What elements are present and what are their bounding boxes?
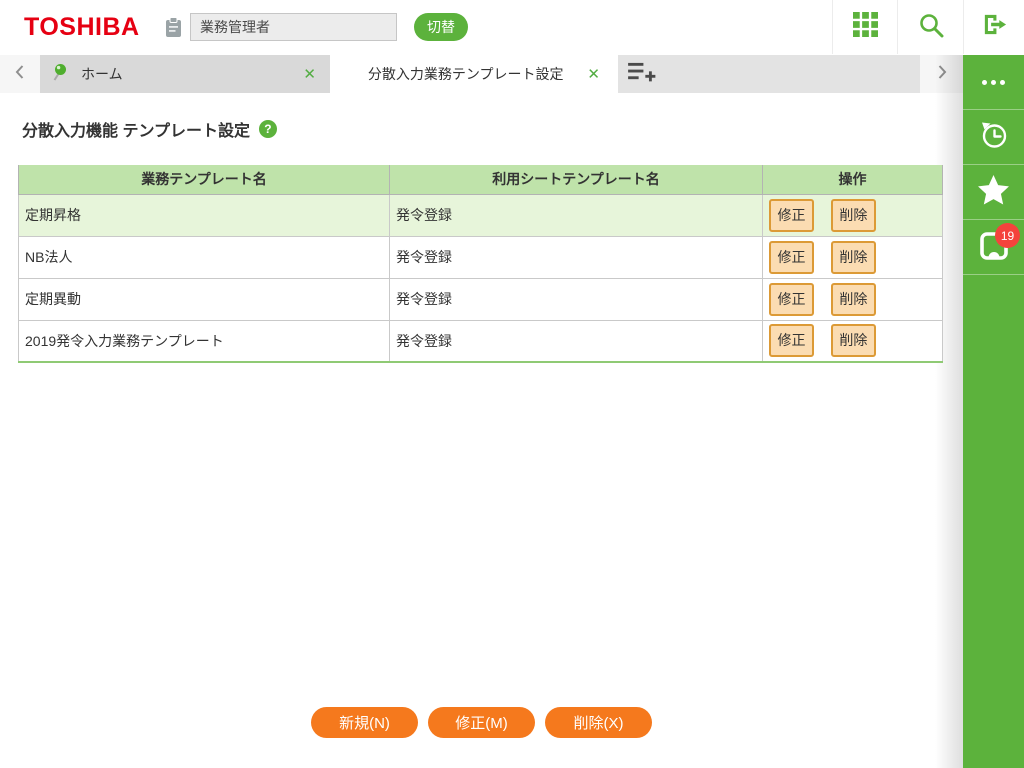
row-delete-button[interactable]: 削除 [830,282,876,316]
pin-icon [52,63,67,85]
footer-button-new[interactable]: 新規(N) [311,707,418,738]
row-edit-button[interactable]: 修正 [769,240,814,274]
row-delete-button[interactable]: 削除 [830,198,876,232]
cell-actions: 修正 削除 [762,277,943,321]
table-row[interactable]: 定期昇格 発令登録 修正 削除 [18,193,943,237]
star-icon [977,174,1010,211]
tab-home[interactable]: ホーム ✕ [40,55,330,93]
tab-template-settings-label: 分散入力業務テンプレート設定 [367,66,564,82]
row-edit-button[interactable]: 修正 [769,198,814,232]
cell-actions: 修正 削除 [762,193,943,237]
app-grid-icon [852,12,878,42]
tab-template-settings[interactable]: 分散入力業務テンプレート設定 ✕ [330,55,618,93]
chevron-right-icon [935,62,949,87]
table-header-row: 業務テンプレート名 利用シートテンプレート名 操作 [18,165,943,195]
table-row[interactable]: 2019発令入力業務テンプレート 発令登録 修正 削除 [18,319,943,363]
search-icon [918,12,944,43]
cell-sheet-template-name: 発令登録 [389,235,763,279]
title-row: 分散入力機能 テンプレート設定 ? [22,117,277,141]
content-edge-shadow [935,55,963,768]
sidebar-favorites-button[interactable] [963,165,1024,220]
tab-template-settings-close-icon[interactable]: ✕ [585,65,602,83]
history-icon [978,119,1010,156]
clipboard-icon [165,17,182,43]
table-row[interactable]: NB法人 発令登録 修正 削除 [18,235,943,279]
role-input[interactable] [190,13,397,41]
page-title: 分散入力機能 テンプレート設定 [22,123,250,140]
cell-template-name: 定期昇格 [18,193,390,237]
cell-actions: 修正 削除 [762,319,943,363]
add-tab-icon [627,61,656,88]
cell-sheet-template-name: 発令登録 [389,319,763,363]
menu-dots-icon [982,79,1005,85]
tab-bar: ホーム ✕ 分散入力業務テンプレート設定 ✕ [0,55,963,93]
tab-home-close-icon[interactable]: ✕ [301,65,318,83]
search-button[interactable] [897,0,963,54]
cell-sheet-template-name: 発令登録 [389,193,763,237]
tab-scroll-right-button[interactable] [920,55,963,93]
sidebar-menu-button[interactable] [963,55,1024,110]
cell-template-name: NB法人 [18,235,390,279]
cell-actions: 修正 削除 [762,235,943,279]
column-header-template-name: 業務テンプレート名 [18,165,390,195]
tab-strip-filler [618,55,920,93]
chevron-left-icon [13,62,27,87]
switch-role-button[interactable]: 切替 [414,13,468,41]
app-grid-button[interactable] [832,0,897,54]
row-edit-button[interactable]: 修正 [769,324,814,358]
sidebar-history-button[interactable] [963,110,1024,165]
tab-home-label: ホーム [81,66,123,82]
logout-button[interactable] [963,0,1024,54]
table-row[interactable]: 定期異動 発令登録 修正 削除 [18,277,943,321]
footer-actions: 新規(N) 修正(M) 削除(X) [0,707,963,738]
notification-badge: 19 [995,223,1020,248]
cell-template-name: 定期異動 [18,277,390,321]
column-header-actions: 操作 [762,165,943,195]
app-header: TOSHIBA 切替 [0,0,1024,55]
tab-scroll-left-button[interactable] [0,55,40,93]
right-sidebar: 19 [963,55,1024,768]
row-delete-button[interactable]: 削除 [830,324,876,358]
templates-table: 業務テンプレート名 利用シートテンプレート名 操作 定期昇格 発令登録 修正 削… [18,165,943,363]
app-window: TOSHIBA 切替 [0,0,1024,768]
sidebar-notifications-button[interactable]: 19 [963,220,1024,275]
add-tab-button[interactable] [618,55,664,93]
row-delete-button[interactable]: 削除 [830,240,876,274]
help-button[interactable]: ? [258,120,277,138]
toshiba-logo: TOSHIBA [24,13,140,41]
row-edit-button[interactable]: 修正 [769,282,814,316]
footer-button-delete[interactable]: 削除(X) [545,707,652,738]
column-header-sheet-template-name: 利用シートテンプレート名 [389,165,763,195]
cell-template-name: 2019発令入力業務テンプレート [18,319,390,363]
footer-button-edit[interactable]: 修正(M) [428,707,535,738]
logout-icon [981,11,1008,43]
cell-sheet-template-name: 発令登録 [389,277,763,321]
